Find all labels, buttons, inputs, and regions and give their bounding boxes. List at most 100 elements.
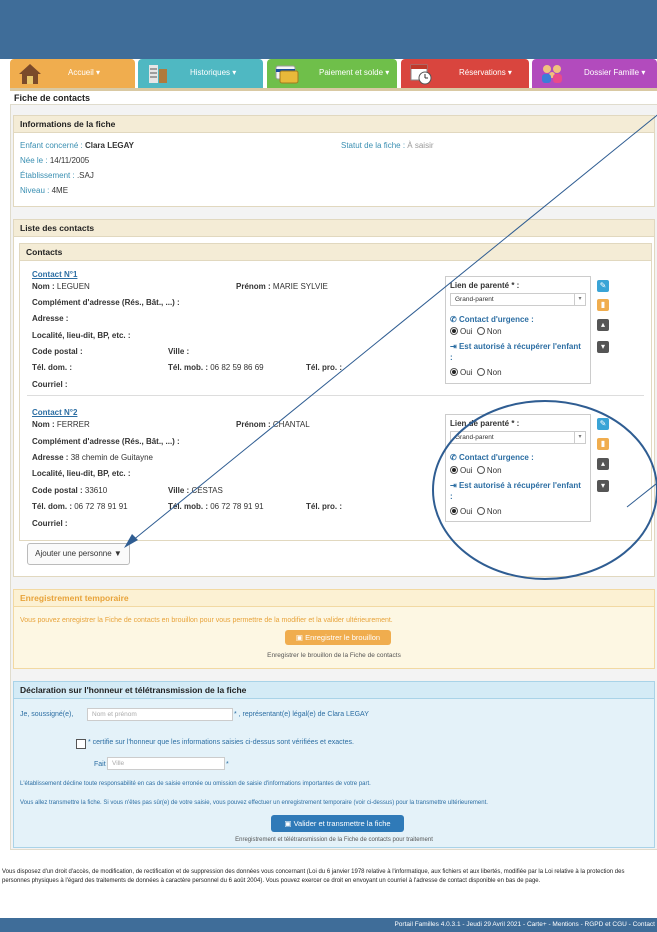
transmit-warning: Vous allez transmettre la fiche. Si vous… [20, 800, 488, 806]
save-draft-button[interactable]: ▣ Enregistrer le brouillon [285, 630, 391, 645]
contact-2-autorise-oui-label: Oui [460, 507, 473, 516]
niveau-label: Niveau : [20, 186, 50, 195]
contact-2-autorise-oui-radio[interactable] [450, 506, 458, 515]
ville-required-star: * [226, 761, 229, 768]
tab-historiques-label: Historiques ▾ [190, 68, 237, 77]
certify-checkbox[interactable] [76, 739, 86, 749]
contact-2-telmob-row: Tél. mob. : 06 72 78 91 91 [168, 502, 264, 511]
contact-2-courriel-label: Courriel : [32, 519, 68, 528]
contact-1-down-button[interactable]: ▾ [597, 341, 609, 353]
contact-2-prenom-value: CHANTAL [272, 420, 310, 429]
phone-icon: ✆ [450, 315, 459, 324]
contact-2-teldom-value: 06 72 78 91 91 [74, 502, 128, 511]
contact-2-lien-label: Lien de parenté * : [450, 419, 520, 428]
validate-transmit-button[interactable]: ▣ Valider et transmettre la fiche [271, 815, 404, 832]
nee-value: 14/11/2005 [49, 156, 90, 165]
ruler-icon [149, 65, 167, 83]
contact-1-urgence-radios: Oui Non [450, 326, 502, 336]
sign-in-icon: ⇥ [450, 481, 459, 490]
tab-paiement[interactable]: Paiement et solde ▾ [267, 59, 397, 88]
contact-2-urgence-text: Contact d'urgence : [458, 453, 534, 462]
contact-2-nom-value: FERRER [56, 420, 90, 429]
nee-row: Née le : 14/11/2005 [20, 156, 89, 165]
contact-2-adresse-value: 38 chemin de Guitayne [70, 453, 153, 462]
contact-1-autorise-text: Est autorisé à récupérer l'enfant : [450, 342, 581, 362]
main-nav: Accueil ▾ Historiques ▾ Paiement et sold… [10, 59, 657, 88]
arrow-up-icon: ▴ [600, 459, 605, 468]
contact-2-lien-select[interactable]: Grand-parent ▾ [450, 431, 586, 444]
info-panel: Informations de la fiche Enfant concerné… [13, 115, 655, 207]
contact-2-adresse-row: Adresse : 38 chemin de Guitayne [32, 453, 153, 462]
contact-1-autorise-non-label: Non [486, 368, 502, 377]
contact-1-edit-button[interactable]: ✎ [597, 280, 609, 292]
contact-2-urgence-label: ✆ Contact d'urgence : [450, 453, 534, 462]
niveau-row: Niveau : 4ME [20, 186, 68, 195]
contact-2-urgence-non-label: Non [486, 466, 502, 475]
ville-input[interactable]: Ville [107, 757, 225, 770]
add-person-button[interactable]: Ajouter une personne ▼ [27, 543, 130, 565]
contact-2-ville-row: Ville : CESTAS [168, 486, 223, 495]
contact-1-telmob-label: Tél. mob. : [168, 363, 208, 372]
contact-2-autorise-text: Est autorisé à récupérer l'enfant : [450, 481, 581, 501]
contact-1-lien-value: Grand-parent [455, 296, 494, 303]
contact-2-delete-button[interactable]: ▮ [597, 438, 609, 450]
tab-reservations[interactable]: Réservations ▾ [401, 59, 529, 88]
contact-1-lien-label: Lien de parenté * : [450, 281, 520, 290]
contact-2-urgence-non-radio[interactable] [476, 465, 485, 474]
contact-2-urgence-oui-radio[interactable] [450, 465, 458, 474]
contact-2-teldom-label: Tél. dom. : [32, 502, 72, 511]
contact-2-cp-value: 33610 [84, 486, 108, 495]
contact-1-autorise-oui-radio[interactable] [450, 367, 458, 376]
contact-1-urgence-oui-label: Oui [460, 327, 473, 336]
contact-1-prenom-row: Prénom : MARIE SYLVIE [236, 282, 328, 291]
contact-2-prenom-label: Prénom : [236, 420, 271, 429]
contact-1-courriel-label: Courriel : [32, 380, 68, 389]
contact-1-autorise-radios: Oui Non [450, 367, 502, 377]
contact-2-autorise-label: ⇥ Est autorisé à récupérer l'enfant : [450, 480, 585, 502]
contact-2-edit-button[interactable]: ✎ [597, 418, 609, 430]
contact-2-down-button[interactable]: ▾ [597, 480, 609, 492]
trash-icon: ▮ [600, 300, 606, 309]
footer-text[interactable]: Portail Familles 4.0.3.1 - Jeudi 29 Avri… [394, 921, 657, 928]
tab-historiques[interactable]: Historiques ▾ [138, 59, 263, 88]
enfant-value: Clara LEGAY [84, 141, 135, 150]
contact-1-lien-select[interactable]: Grand-parent ▾ [450, 293, 586, 306]
contact-1-delete-button[interactable]: ▮ [597, 299, 609, 311]
contact-1-urgence-non-radio[interactable] [476, 326, 485, 335]
statut-value: À saisir [407, 141, 434, 150]
enfant-label: Enfant concerné : [20, 141, 83, 150]
transmit-caption: Enregistrement et télétransmission de la… [235, 837, 433, 843]
tab-paiement-label: Paiement et solde ▾ [319, 68, 390, 77]
contact-2-urgence-oui-label: Oui [460, 466, 473, 475]
nom-prenom-input[interactable]: Nom et prénom [87, 708, 233, 721]
save-icon: ▣ [295, 633, 306, 642]
tab-accueil[interactable]: Accueil ▾ [10, 59, 135, 88]
contact-2-up-button[interactable]: ▴ [597, 458, 609, 470]
chevron-down-icon: ▾ [574, 294, 585, 305]
contact-2-cp-label: Code postal : [32, 486, 83, 495]
contact-1-telpro-label: Tél. pro. : [306, 363, 342, 372]
save-icon: ▣ [284, 819, 294, 828]
contact-2-ville-label: Ville : [168, 486, 190, 495]
contact-2-localite-label: Localité, lieu-dit, BP, etc. : [32, 469, 131, 478]
contact-2-autorise-non-radio[interactable] [476, 506, 485, 515]
visa-card-icon [275, 65, 299, 84]
contact-1-autorise-non-radio[interactable] [476, 367, 485, 376]
etab-label: Établissement : [20, 171, 75, 180]
etab-value: .SAJ [76, 171, 94, 180]
contact-2-urgence-radios: Oui Non [450, 465, 502, 475]
info-panel-header: Informations de la fiche [14, 116, 654, 133]
contact-1-urgence-oui-radio[interactable] [450, 326, 458, 335]
etab-row: Établissement : .SAJ [20, 171, 94, 180]
contacts-inner-header: Contacts [20, 244, 651, 261]
contact-1-urgence-text: Contact d'urgence : [458, 315, 534, 324]
contact-1-prenom-value: MARIE SYLVIE [272, 282, 328, 291]
contact-2-title[interactable]: Contact N°2 [32, 408, 77, 417]
contact-1-title[interactable]: Contact N°1 [32, 270, 77, 279]
contact-1-up-button[interactable]: ▴ [597, 319, 609, 331]
decline-text: L'établissement décline toute responsabi… [20, 781, 371, 787]
family-icon [542, 65, 562, 83]
contact-2-autorise-non-label: Non [486, 507, 502, 516]
tab-dossier-famille[interactable]: Dossier Famille ▾ [532, 59, 657, 88]
calendar-clock-icon [410, 64, 432, 85]
